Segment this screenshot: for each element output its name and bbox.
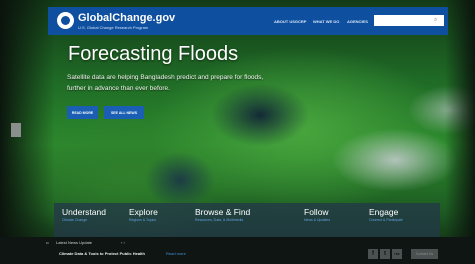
feature-bar: Understand Climate Change Explore Region… (54, 203, 440, 237)
news-headline[interactable]: Climate Data & Tools to Protect Public H… (59, 251, 145, 256)
nav-about[interactable]: ABOUT USGCRP (274, 19, 306, 24)
feature-subtitle: News & Updates (304, 218, 331, 222)
facebook-icon[interactable]: f (368, 249, 378, 259)
see-all-news-button[interactable]: SEE ALL NEWS (104, 106, 144, 119)
twitter-icon[interactable]: t (380, 249, 390, 259)
side-feedback-tab[interactable] (11, 123, 21, 137)
news-arrows[interactable]: ‹ › (121, 240, 125, 245)
feature-browse-find[interactable]: Browse & Find Resources, Data, & Multime… (195, 207, 250, 222)
hero-title: Forecasting Floods (68, 43, 239, 65)
feature-engage[interactable]: Engage Connect & Participate (369, 207, 403, 222)
nav-what-we-do[interactable]: WHAT WE DO (313, 19, 339, 24)
read-more-link[interactable]: Read more (166, 251, 186, 256)
hero-description: Satellite data are helping Bangladesh pr… (67, 74, 264, 92)
site-logo-title[interactable]: GlobalChange.gov (78, 12, 175, 24)
search-icon[interactable]: ⌕ (434, 17, 440, 23)
latest-news-label: Latest News Update (56, 240, 93, 245)
feature-title: Browse & Find (195, 207, 251, 217)
feature-title: Understand (62, 207, 106, 217)
feature-subtitle: Regions & Topics (129, 218, 156, 222)
rss-icon[interactable]: rss (392, 249, 402, 259)
left-vignette (0, 0, 55, 264)
feature-explore[interactable]: Explore Regions & Topics (129, 207, 158, 222)
news-footer: •• Latest News Update ‹ › Climate Data &… (0, 237, 475, 264)
site-logo-subtitle: U.S. Global Change Research Program (78, 25, 149, 30)
feature-title: Explore (129, 207, 158, 217)
feature-understand[interactable]: Understand Climate Change (62, 207, 106, 222)
feature-follow[interactable]: Follow News & Updates (304, 207, 330, 222)
feature-subtitle: Connect & Participate (369, 218, 403, 222)
globe-logo-icon[interactable] (57, 12, 74, 29)
right-vignette (445, 0, 475, 264)
nav-agencies[interactable]: AGENCIES (347, 19, 368, 24)
contact-us-button[interactable]: Contact Us (411, 249, 438, 259)
read-more-button[interactable]: READ MORE (67, 106, 98, 119)
feature-subtitle: Climate Change (62, 218, 88, 222)
feature-subtitle: Resources, Data, & Multimedia (195, 218, 244, 222)
feature-title: Follow (304, 207, 329, 217)
feature-title: Engage (369, 207, 399, 217)
site-header: GlobalChange.gov U.S. Global Change Rese… (48, 7, 448, 35)
news-bullet-icon: •• (46, 240, 49, 245)
